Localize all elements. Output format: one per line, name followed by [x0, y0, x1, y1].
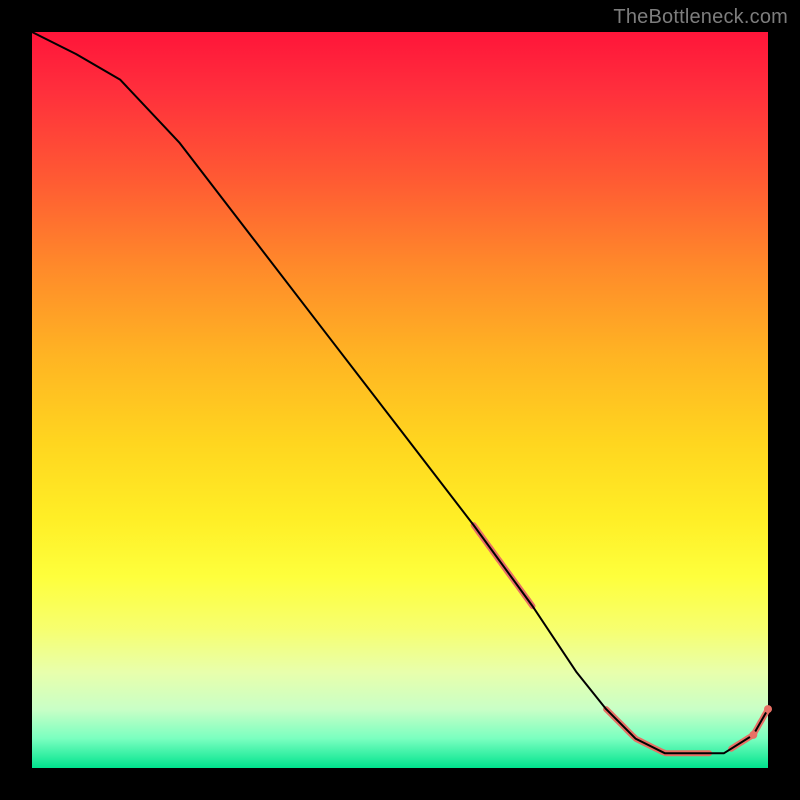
chart-overlay: [32, 32, 768, 768]
curve-dot: [764, 705, 772, 713]
watermark-text: TheBottleneck.com: [613, 6, 788, 29]
highlight-segment: [606, 709, 709, 753]
stage: TheBottleneck.com: [0, 0, 800, 800]
highlight-segment: [731, 709, 768, 749]
curve-path: [32, 32, 768, 753]
curve-dot: [749, 731, 757, 739]
highlight-segments-group: [474, 525, 768, 753]
